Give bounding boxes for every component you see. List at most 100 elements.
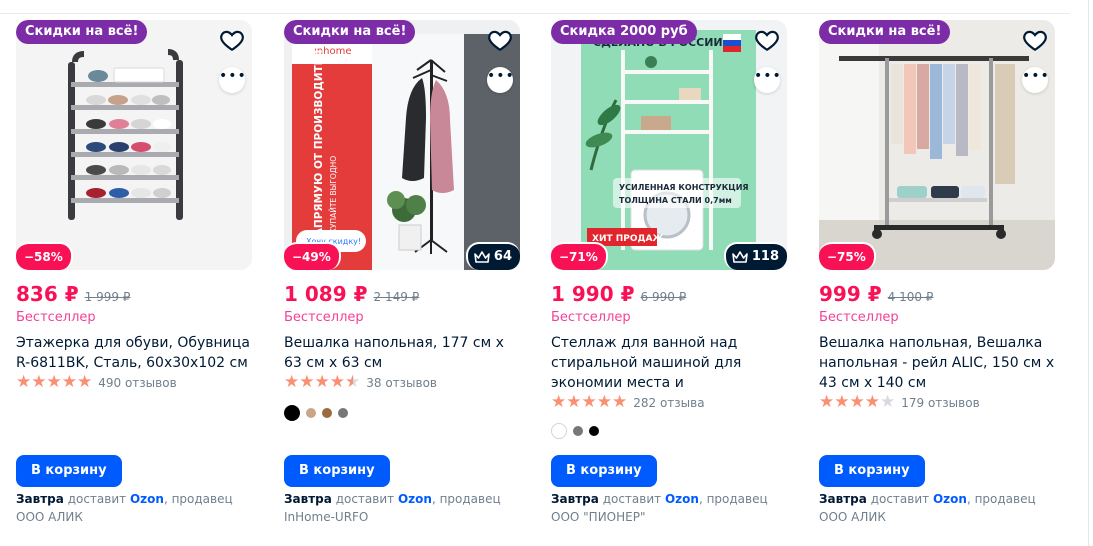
- promo-badge: Скидки на всё!: [819, 20, 951, 44]
- more-icon[interactable]: •••: [1022, 67, 1049, 93]
- star-icon: ★ ★ ★ ★ ★: [819, 392, 896, 412]
- delivery-brand[interactable]: Ozon: [933, 492, 967, 506]
- clothes-rail-photo: [819, 20, 1055, 270]
- right-divider: [1088, 0, 1089, 546]
- bestseller-label: Бестселлер: [819, 310, 899, 325]
- color-swatch[interactable]: [589, 426, 599, 436]
- delivery-text: доставит: [602, 492, 662, 506]
- color-swatch[interactable]: [573, 426, 583, 436]
- product-image[interactable]: Скидки на всё! ••• −58%: [16, 20, 252, 270]
- reviews-count: 490 отзывов: [98, 375, 177, 390]
- shoe-rack-photo: [16, 20, 252, 270]
- heart-icon[interactable]: [1022, 27, 1048, 53]
- bathroom-shelf-photo: СДЕЛАНО В РОССИИ УСИЛЕННАЯ КОНСТРУКЦИЯ Т…: [551, 20, 787, 270]
- image-feature-subtext: ТОЛЩИНА СТАЛИ 0,7мм: [619, 196, 732, 205]
- more-icon[interactable]: •••: [219, 67, 246, 93]
- rating-row[interactable]: ★ ★ ★ ★ ★ 38 отзывов: [284, 374, 520, 391]
- seller-text: , продавец: [431, 492, 501, 506]
- seller-text: , продавец: [966, 492, 1036, 506]
- rating-row[interactable]: ★ ★ ★ ★ ★ 179 отзывов: [819, 394, 1055, 411]
- image-promo-text: НАПРЯМУЮ ОТ ПРОИЗВОДИТЕЛЯ: [313, 41, 325, 245]
- product-title[interactable]: Этажерка для обуви, Обувница R-6811BK, С…: [16, 333, 252, 373]
- delivery-brand[interactable]: Ozon: [665, 492, 699, 506]
- reviews-count: 282 отзыва: [633, 395, 705, 410]
- price: 1 089 ₽: [284, 282, 368, 306]
- color-swatches[interactable]: [284, 405, 520, 421]
- product-card[interactable]: Скидки на всё! ••• −58% 836 ₽ 1 999 ₽ Бе…: [16, 20, 252, 530]
- promo-badge: Скидка 2000 руб: [551, 20, 697, 44]
- seller-name[interactable]: ООО АЛИК: [819, 510, 886, 524]
- old-price: 4 100 ₽: [887, 290, 934, 304]
- delivery-text: доставит: [67, 492, 127, 506]
- product-image[interactable]: СДЕЛАНО В РОССИИ УСИЛЕННАЯ КОНСТРУКЦИЯ Т…: [551, 20, 787, 270]
- bestseller-label: Бестселлер: [284, 310, 364, 325]
- discount-badge: −58%: [16, 242, 73, 270]
- crown-icon: [732, 251, 748, 263]
- reviews-count: 179 отзывов: [901, 395, 980, 410]
- top-rating-badge[interactable]: 64: [465, 242, 520, 270]
- image-hit-text: ХИТ ПРОДАЖ: [592, 234, 664, 244]
- add-to-cart-button[interactable]: В корзину: [551, 455, 657, 487]
- heart-icon[interactable]: [754, 27, 780, 53]
- price: 836 ₽: [16, 282, 79, 306]
- reviews-count: 38 отзывов: [366, 375, 438, 390]
- bestseller-label: Бестселлер: [16, 310, 96, 325]
- heart-icon[interactable]: [219, 27, 245, 53]
- add-to-cart-button[interactable]: В корзину: [819, 455, 925, 487]
- coat-stand-photo: inhome НАПРЯМУЮ ОТ ПРОИЗВОДИТЕЛЯ ПОКУПАЙ…: [284, 20, 520, 270]
- product-title[interactable]: Вешалка напольная, Вешалка напольная - р…: [819, 333, 1055, 393]
- badge-count: 118: [751, 249, 779, 264]
- top-divider: [0, 13, 1070, 14]
- price-row: 1 990 ₽ 6 990 ₽: [551, 282, 787, 306]
- add-to-cart-button[interactable]: В корзину: [284, 455, 390, 487]
- star-icon: ★ ★ ★ ★ ★: [16, 372, 93, 392]
- price: 999 ₽: [819, 282, 882, 306]
- top-rating-badge[interactable]: 118: [723, 242, 787, 270]
- discount-badge: −71%: [551, 242, 608, 270]
- seller-name[interactable]: ООО АЛИК: [16, 510, 83, 524]
- crown-icon: [474, 251, 490, 263]
- seller-text: , продавец: [163, 492, 233, 506]
- delivery-brand[interactable]: Ozon: [398, 492, 432, 506]
- price: 1 990 ₽: [551, 282, 635, 306]
- old-price: 1 999 ₽: [84, 290, 131, 304]
- product-image[interactable]: inhome НАПРЯМУЮ ОТ ПРОИЗВОДИТЕЛЯ ПОКУПАЙ…: [284, 20, 520, 270]
- bestseller-label: Бестселлер: [551, 310, 631, 325]
- more-icon[interactable]: •••: [487, 67, 514, 93]
- delivery-text: доставит: [335, 492, 395, 506]
- color-swatch[interactable]: [306, 408, 316, 418]
- delivery-info: Завтра доставит Ozon, продавец ООО АЛИК: [16, 490, 252, 526]
- delivery-day: Завтра: [819, 492, 867, 506]
- discount-badge: −49%: [284, 242, 341, 270]
- heart-icon[interactable]: [487, 27, 513, 53]
- old-price: 6 990 ₽: [640, 290, 687, 304]
- rating-row[interactable]: ★ ★ ★ ★ ★ 282 отзыва: [551, 394, 787, 411]
- color-swatch[interactable]: [284, 405, 300, 421]
- product-card[interactable]: СДЕЛАНО В РОССИИ УСИЛЕННАЯ КОНСТРУКЦИЯ Т…: [551, 20, 787, 530]
- promo-badge: Скидки на всё!: [284, 20, 416, 44]
- star-icon: ★ ★ ★ ★ ★: [284, 372, 361, 392]
- rating-row[interactable]: ★ ★ ★ ★ ★ 490 отзывов: [16, 374, 252, 391]
- product-card[interactable]: inhome НАПРЯМУЮ ОТ ПРОИЗВОДИТЕЛЯ ПОКУПАЙ…: [284, 20, 520, 530]
- seller-name[interactable]: InHome-URFO: [284, 510, 368, 524]
- seller-text: , продавец: [698, 492, 768, 506]
- delivery-day: Завтра: [16, 492, 64, 506]
- color-swatch[interactable]: [322, 408, 332, 418]
- price-row: 1 089 ₽ 2 149 ₽: [284, 282, 520, 306]
- add-to-cart-button[interactable]: В корзину: [16, 455, 122, 487]
- product-card[interactable]: Скидки на всё! ••• −75% 999 ₽ 4 100 ₽ Бе…: [819, 20, 1055, 530]
- delivery-info: Завтра доставит Ozon, продавец ООО "ПИОН…: [551, 490, 787, 526]
- delivery-brand[interactable]: Ozon: [130, 492, 164, 506]
- color-swatch[interactable]: [551, 423, 567, 439]
- more-icon[interactable]: •••: [754, 67, 781, 93]
- image-feature-text: УСИЛЕННАЯ КОНСТРУКЦИЯ: [619, 183, 749, 192]
- product-image[interactable]: Скидки на всё! ••• −75%: [819, 20, 1055, 270]
- delivery-info: Завтра доставит Ozon, продавец InHome-UR…: [284, 490, 520, 526]
- product-title[interactable]: Вешалка напольная, 177 см х 63 см х 63 с…: [284, 333, 520, 373]
- color-swatches[interactable]: [551, 423, 787, 439]
- color-swatch[interactable]: [338, 408, 348, 418]
- seller-name[interactable]: ООО "ПИОНЕР": [551, 510, 645, 524]
- price-row: 836 ₽ 1 999 ₽: [16, 282, 252, 306]
- product-title[interactable]: Стеллаж для ванной над стиральной машино…: [551, 333, 787, 393]
- price-row: 999 ₽ 4 100 ₽: [819, 282, 1055, 306]
